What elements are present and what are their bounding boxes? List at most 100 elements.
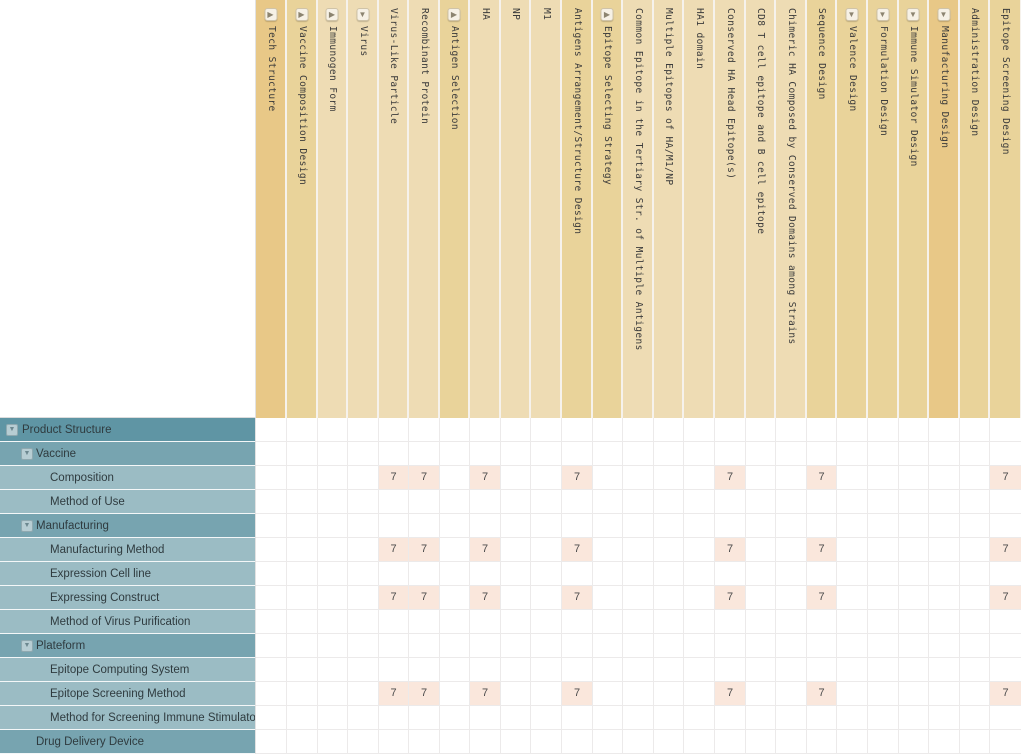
column-header[interactable]: ▼ Immune Simulator Design [899, 0, 929, 418]
matrix-cell-marked[interactable]: 7 [470, 586, 501, 610]
matrix-cell-empty[interactable] [623, 442, 654, 466]
matrix-cell-empty[interactable] [623, 466, 654, 490]
chevron-down-icon[interactable]: ▼ [906, 8, 920, 21]
matrix-cell-marked[interactable]: 7 [715, 682, 746, 706]
matrix-cell-empty[interactable] [837, 490, 868, 514]
matrix-cell-empty[interactable] [348, 562, 379, 586]
chevron-down-icon[interactable]: ▼ [845, 8, 858, 21]
matrix-cell-empty[interactable] [531, 634, 562, 658]
matrix-cell-empty[interactable] [440, 610, 470, 634]
matrix-cell-marked[interactable]: 7 [379, 586, 409, 610]
matrix-cell-empty[interactable] [929, 634, 960, 658]
column-header[interactable]: Multiple Epitopes of HA/M1/NP [654, 0, 684, 418]
matrix-cell-empty[interactable] [837, 586, 868, 610]
matrix-cell-empty[interactable] [715, 610, 746, 634]
matrix-cell-empty[interactable] [470, 562, 501, 586]
matrix-cell-empty[interactable] [623, 562, 654, 586]
matrix-cell-empty[interactable] [593, 538, 623, 562]
matrix-cell-empty[interactable] [256, 682, 287, 706]
matrix-cell-empty[interactable] [654, 418, 684, 442]
matrix-cell-empty[interactable] [868, 418, 899, 442]
matrix-cell-marked[interactable]: 7 [409, 682, 440, 706]
matrix-cell-empty[interactable] [837, 730, 868, 754]
matrix-cell-empty[interactable] [287, 682, 318, 706]
column-header[interactable]: ▼ Virus [348, 0, 379, 418]
matrix-cell-empty[interactable] [379, 658, 409, 682]
matrix-cell-marked[interactable]: 7 [990, 466, 1021, 490]
row-header-item[interactable]: Composition [0, 466, 255, 490]
matrix-cell-empty[interactable] [409, 634, 440, 658]
matrix-cell-empty[interactable] [868, 730, 899, 754]
matrix-cell-empty[interactable] [929, 682, 960, 706]
matrix-cell-marked[interactable]: 7 [562, 586, 593, 610]
matrix-cell-empty[interactable] [379, 634, 409, 658]
column-header[interactable]: ▼ Valence Design [837, 0, 868, 418]
matrix-cell-empty[interactable] [623, 610, 654, 634]
matrix-cell-empty[interactable] [593, 418, 623, 442]
matrix-cell-empty[interactable] [746, 706, 776, 730]
matrix-cell-empty[interactable] [593, 562, 623, 586]
chevron-down-icon[interactable]: ▼ [21, 640, 33, 652]
matrix-cell-empty[interactable] [776, 706, 807, 730]
column-header[interactable]: Administration Design [960, 0, 990, 418]
matrix-cell-empty[interactable] [318, 442, 348, 466]
chevron-right-icon[interactable]: ▶ [264, 8, 277, 21]
matrix-cell-empty[interactable] [501, 442, 531, 466]
matrix-cell-empty[interactable] [654, 562, 684, 586]
matrix-cell-empty[interactable] [746, 490, 776, 514]
row-header-item[interactable]: Manufacturing Method [0, 538, 255, 562]
matrix-cell-empty[interactable] [807, 490, 837, 514]
column-header[interactable]: Recombinant Protein [409, 0, 440, 418]
chevron-down-icon[interactable]: ▼ [6, 424, 18, 436]
matrix-cell-empty[interactable] [440, 514, 470, 538]
matrix-cell-empty[interactable] [256, 538, 287, 562]
chevron-down-icon[interactable]: ▼ [876, 8, 889, 21]
matrix-cell-empty[interactable] [531, 490, 562, 514]
matrix-cell-empty[interactable] [715, 730, 746, 754]
matrix-cell-empty[interactable] [379, 490, 409, 514]
matrix-cell-empty[interactable] [990, 514, 1021, 538]
chevron-down-icon[interactable]: ▼ [21, 448, 33, 460]
matrix-cell-empty[interactable] [654, 730, 684, 754]
matrix-cell-empty[interactable] [776, 514, 807, 538]
row-header-item[interactable]: Epitope Computing System [0, 658, 255, 682]
matrix-cell-empty[interactable] [807, 514, 837, 538]
matrix-cell-empty[interactable] [776, 730, 807, 754]
matrix-cell-empty[interactable] [837, 418, 868, 442]
matrix-cell-empty[interactable] [990, 706, 1021, 730]
matrix-cell-marked[interactable]: 7 [990, 682, 1021, 706]
matrix-cell-empty[interactable] [593, 490, 623, 514]
matrix-cell-empty[interactable] [593, 634, 623, 658]
matrix-cell-empty[interactable] [531, 706, 562, 730]
matrix-cell-empty[interactable] [684, 418, 715, 442]
matrix-cell-empty[interactable] [654, 466, 684, 490]
matrix-cell-empty[interactable] [654, 514, 684, 538]
matrix-cell-empty[interactable] [562, 634, 593, 658]
matrix-cell-empty[interactable] [593, 610, 623, 634]
row-header-item[interactable]: Drug Delivery Device [0, 730, 255, 754]
matrix-cell-empty[interactable] [684, 442, 715, 466]
matrix-cell-empty[interactable] [868, 466, 899, 490]
chevron-down-icon[interactable]: ▼ [937, 8, 950, 21]
matrix-cell-empty[interactable] [746, 418, 776, 442]
column-header[interactable]: CD8 T cell epitope and B cell epitope [746, 0, 776, 418]
matrix-cell-empty[interactable] [776, 418, 807, 442]
column-header[interactable]: Antigens Arrangement/Structure Design [562, 0, 593, 418]
matrix-cell-empty[interactable] [501, 562, 531, 586]
matrix-cell-empty[interactable] [684, 514, 715, 538]
matrix-cell-empty[interactable] [348, 466, 379, 490]
matrix-cell-empty[interactable] [868, 442, 899, 466]
matrix-cell-empty[interactable] [409, 514, 440, 538]
column-header[interactable]: ▶ Tech Structure [256, 0, 287, 418]
matrix-cell-empty[interactable] [562, 706, 593, 730]
chevron-down-icon[interactable]: ▼ [356, 8, 369, 21]
matrix-cell-empty[interactable] [899, 442, 929, 466]
matrix-cell-empty[interactable] [501, 538, 531, 562]
matrix-cell-empty[interactable] [929, 706, 960, 730]
matrix-cell-empty[interactable] [531, 442, 562, 466]
matrix-cell-empty[interactable] [623, 634, 654, 658]
matrix-cell-empty[interactable] [379, 562, 409, 586]
matrix-cell-empty[interactable] [623, 490, 654, 514]
matrix-cell-empty[interactable] [409, 562, 440, 586]
row-header-item[interactable]: Method for Screening Immune Stimulator [0, 706, 255, 730]
